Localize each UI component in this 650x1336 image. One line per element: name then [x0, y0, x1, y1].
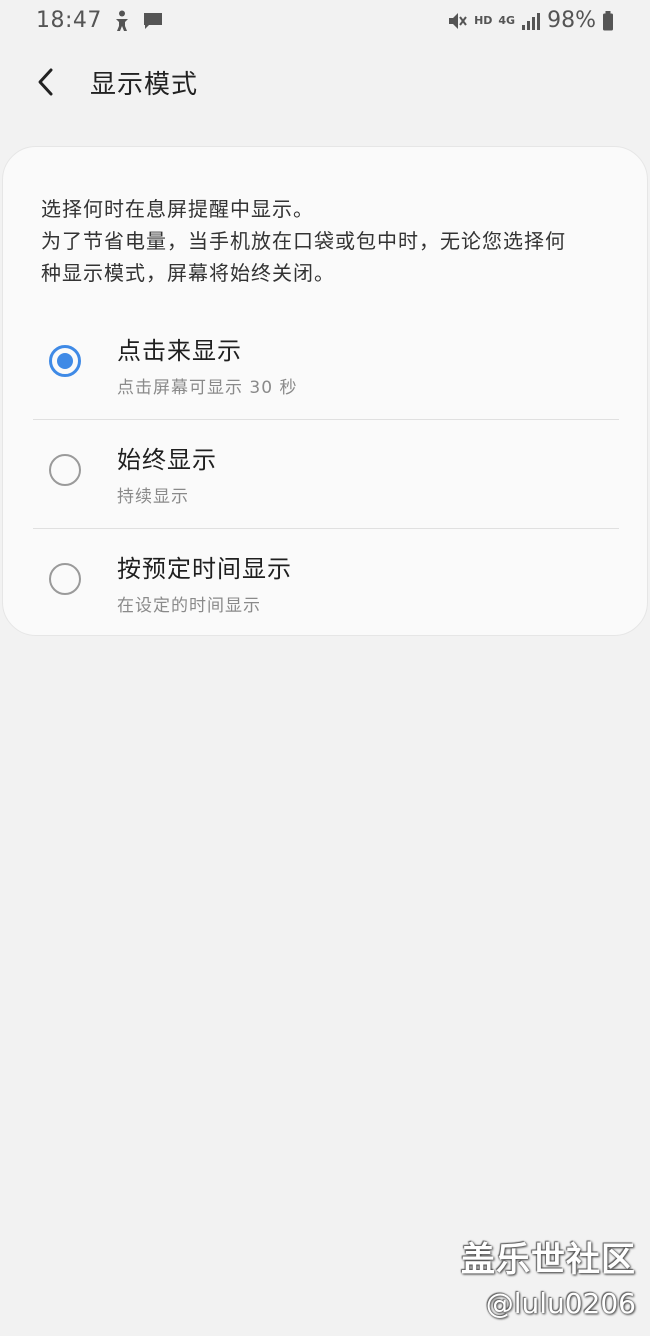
message-icon [142, 8, 164, 33]
status-time: 18:47 [36, 7, 102, 33]
watermark: 盖乐世社区 @lulu0206 [461, 1232, 636, 1320]
option-tap-to-show[interactable]: 点击来显示 点击屏幕可显示 30 秒 [33, 311, 619, 419]
option-subtitle: 持续显示 [117, 487, 189, 507]
chevron-left-icon [38, 68, 53, 96]
watermark-user: @lulu0206 [485, 1287, 636, 1320]
app-bar: 显示模式 [0, 50, 650, 114]
hd-label: HD [474, 13, 493, 27]
radio-button[interactable] [49, 563, 81, 595]
page-title: 显示模式 [90, 70, 199, 100]
description: 选择何时在息屏提醒中显示。 为了节省电量，当手机放在口袋或包中时，无论您选择何 … [41, 193, 621, 289]
back-button[interactable] [28, 60, 64, 104]
status-bar: 18:47 HD 4G 98% [0, 0, 650, 40]
description-line: 为了节省电量，当手机放在口袋或包中时，无论您选择何 [41, 229, 566, 253]
watermark-community: 盖乐世社区 [461, 1240, 636, 1280]
status-left: 18:47 [36, 8, 164, 33]
option-always-show[interactable]: 始终显示 持续显示 [33, 419, 619, 527]
radio-button[interactable] [49, 454, 81, 486]
option-title: 按预定时间显示 [117, 555, 292, 583]
option-title: 点击来显示 [117, 337, 242, 365]
description-line: 种显示模式，屏幕将始终关闭。 [41, 261, 335, 285]
battery-percent: 98% [547, 7, 596, 33]
radio-button-selected[interactable] [49, 345, 81, 377]
4g-label: 4G [498, 13, 516, 27]
signal-icon [521, 8, 541, 33]
option-title: 始终显示 [117, 446, 217, 474]
mute-icon [446, 8, 468, 33]
settings-card: 选择何时在息屏提醒中显示。 为了节省电量，当手机放在口袋或包中时，无论您选择何 … [2, 146, 648, 636]
option-subtitle: 点击屏幕可显示 30 秒 [117, 378, 298, 398]
status-right: HD 4G 98% [446, 8, 614, 33]
battery-icon [602, 8, 614, 33]
description-line: 选择何时在息屏提醒中显示。 [41, 197, 314, 221]
option-subtitle: 在设定的时间显示 [117, 596, 261, 616]
option-scheduled[interactable]: 按预定时间显示 在设定的时间显示 [33, 528, 619, 636]
accessibility-icon [112, 8, 132, 33]
